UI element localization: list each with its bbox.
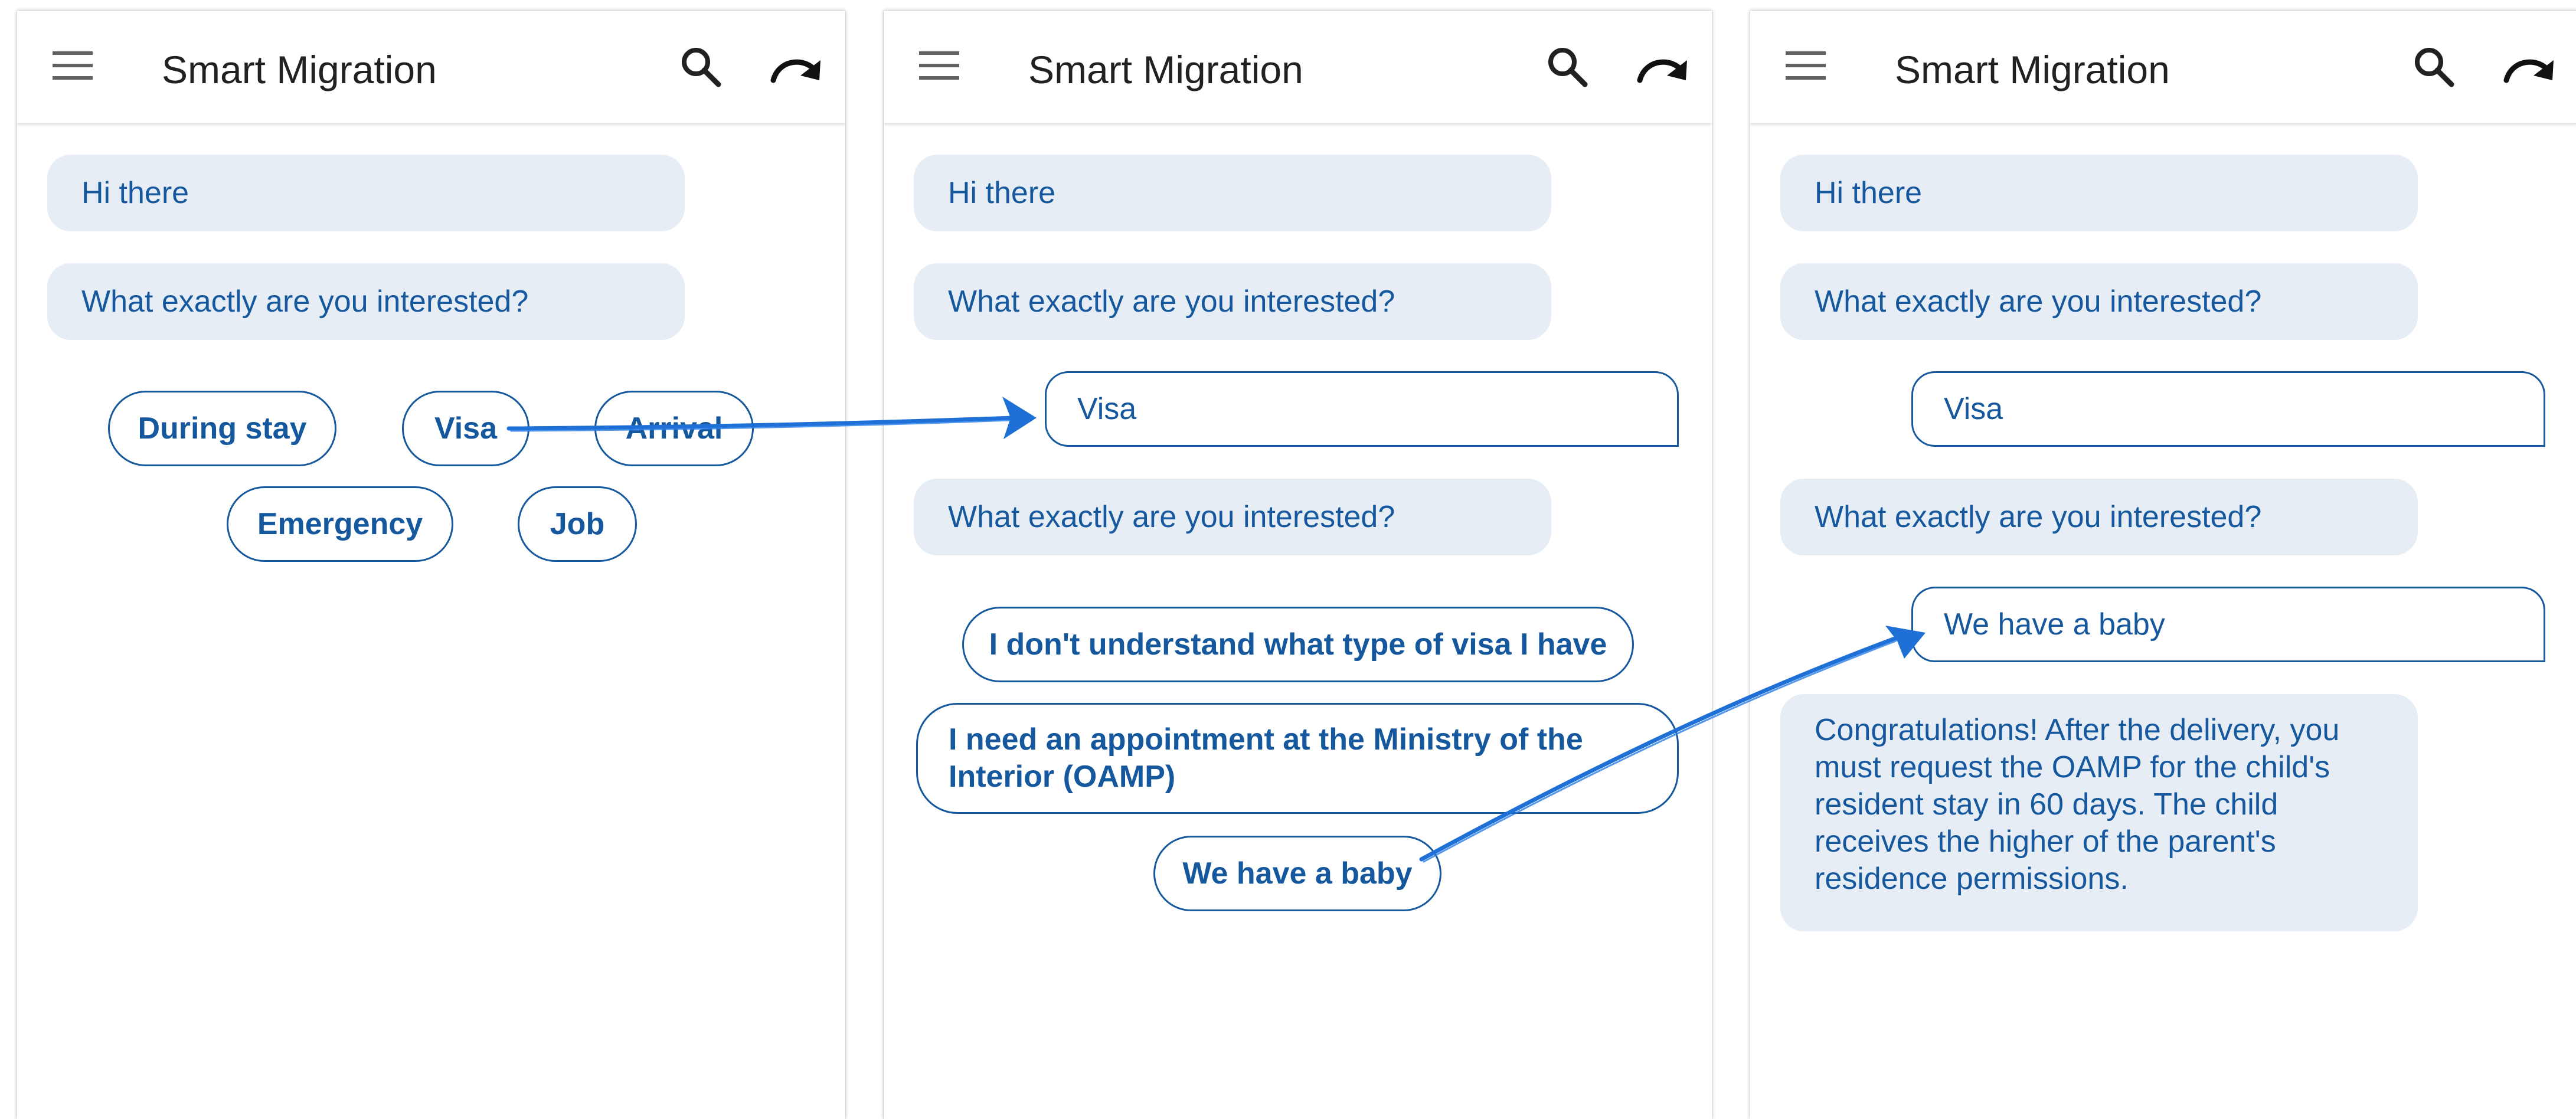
app-title: Smart Migration — [1895, 48, 2170, 91]
app-bar: Smart Migration — [884, 11, 1712, 123]
chip-job[interactable]: Job — [518, 486, 637, 562]
menu-icon[interactable] — [919, 49, 959, 82]
search-icon[interactable] — [2410, 43, 2457, 90]
bot-message-greeting: Hi there — [1780, 155, 2418, 231]
bot-message-answer: Congratulations! After the delivery, you… — [1780, 694, 2418, 931]
bot-message-question: What exactly are you interested? — [47, 263, 685, 340]
app-title: Smart Migration — [162, 48, 437, 91]
bot-message-question: What exactly are you interested? — [1780, 263, 2418, 340]
phone-screen-2: Smart Migration Hi there What exactly ar… — [884, 11, 1712, 1119]
redo-icon[interactable] — [2503, 51, 2556, 86]
bot-message-greeting: Hi there — [47, 155, 685, 231]
chip-visa[interactable]: Visa — [402, 391, 529, 466]
search-icon[interactable] — [1544, 43, 1591, 90]
search-icon[interactable] — [677, 43, 724, 90]
app-title: Smart Migration — [1028, 48, 1303, 91]
phone-screen-1: Smart Migration Hi there What exactly ar… — [17, 11, 845, 1119]
chip-ministry-appointment[interactable]: I need an appointment at the Ministry of… — [916, 703, 1679, 814]
redo-icon[interactable] — [1636, 51, 1689, 86]
app-bar: Smart Migration — [1750, 11, 2576, 123]
bot-message-question: What exactly are you interested? — [1780, 479, 2418, 555]
chip-emergency[interactable]: Emergency — [227, 486, 453, 562]
menu-icon[interactable] — [53, 49, 93, 82]
user-message-visa: Visa — [1045, 371, 1679, 447]
redo-icon[interactable] — [770, 51, 823, 86]
bot-message-question: What exactly are you interested? — [914, 263, 1551, 340]
app-bar: Smart Migration — [17, 11, 845, 123]
menu-icon[interactable] — [1786, 49, 1826, 82]
chip-arrival[interactable]: Arrival — [594, 391, 754, 466]
bot-message-greeting: Hi there — [914, 155, 1551, 231]
chip-we-have-a-baby[interactable]: We have a baby — [1153, 836, 1441, 911]
chip-during-stay[interactable]: During stay — [108, 391, 336, 466]
user-message-baby: We have a baby — [1911, 587, 2545, 662]
phone-screen-3: Smart Migration Hi there What exactly ar… — [1750, 11, 2576, 1119]
storyboard: Smart Migration Hi there What exactly ar… — [0, 0, 2576, 1119]
user-message-visa: Visa — [1911, 371, 2545, 447]
chip-visa-type[interactable]: I don't understand what type of visa I h… — [962, 607, 1634, 682]
bot-message-question: What exactly are you interested? — [914, 479, 1551, 555]
